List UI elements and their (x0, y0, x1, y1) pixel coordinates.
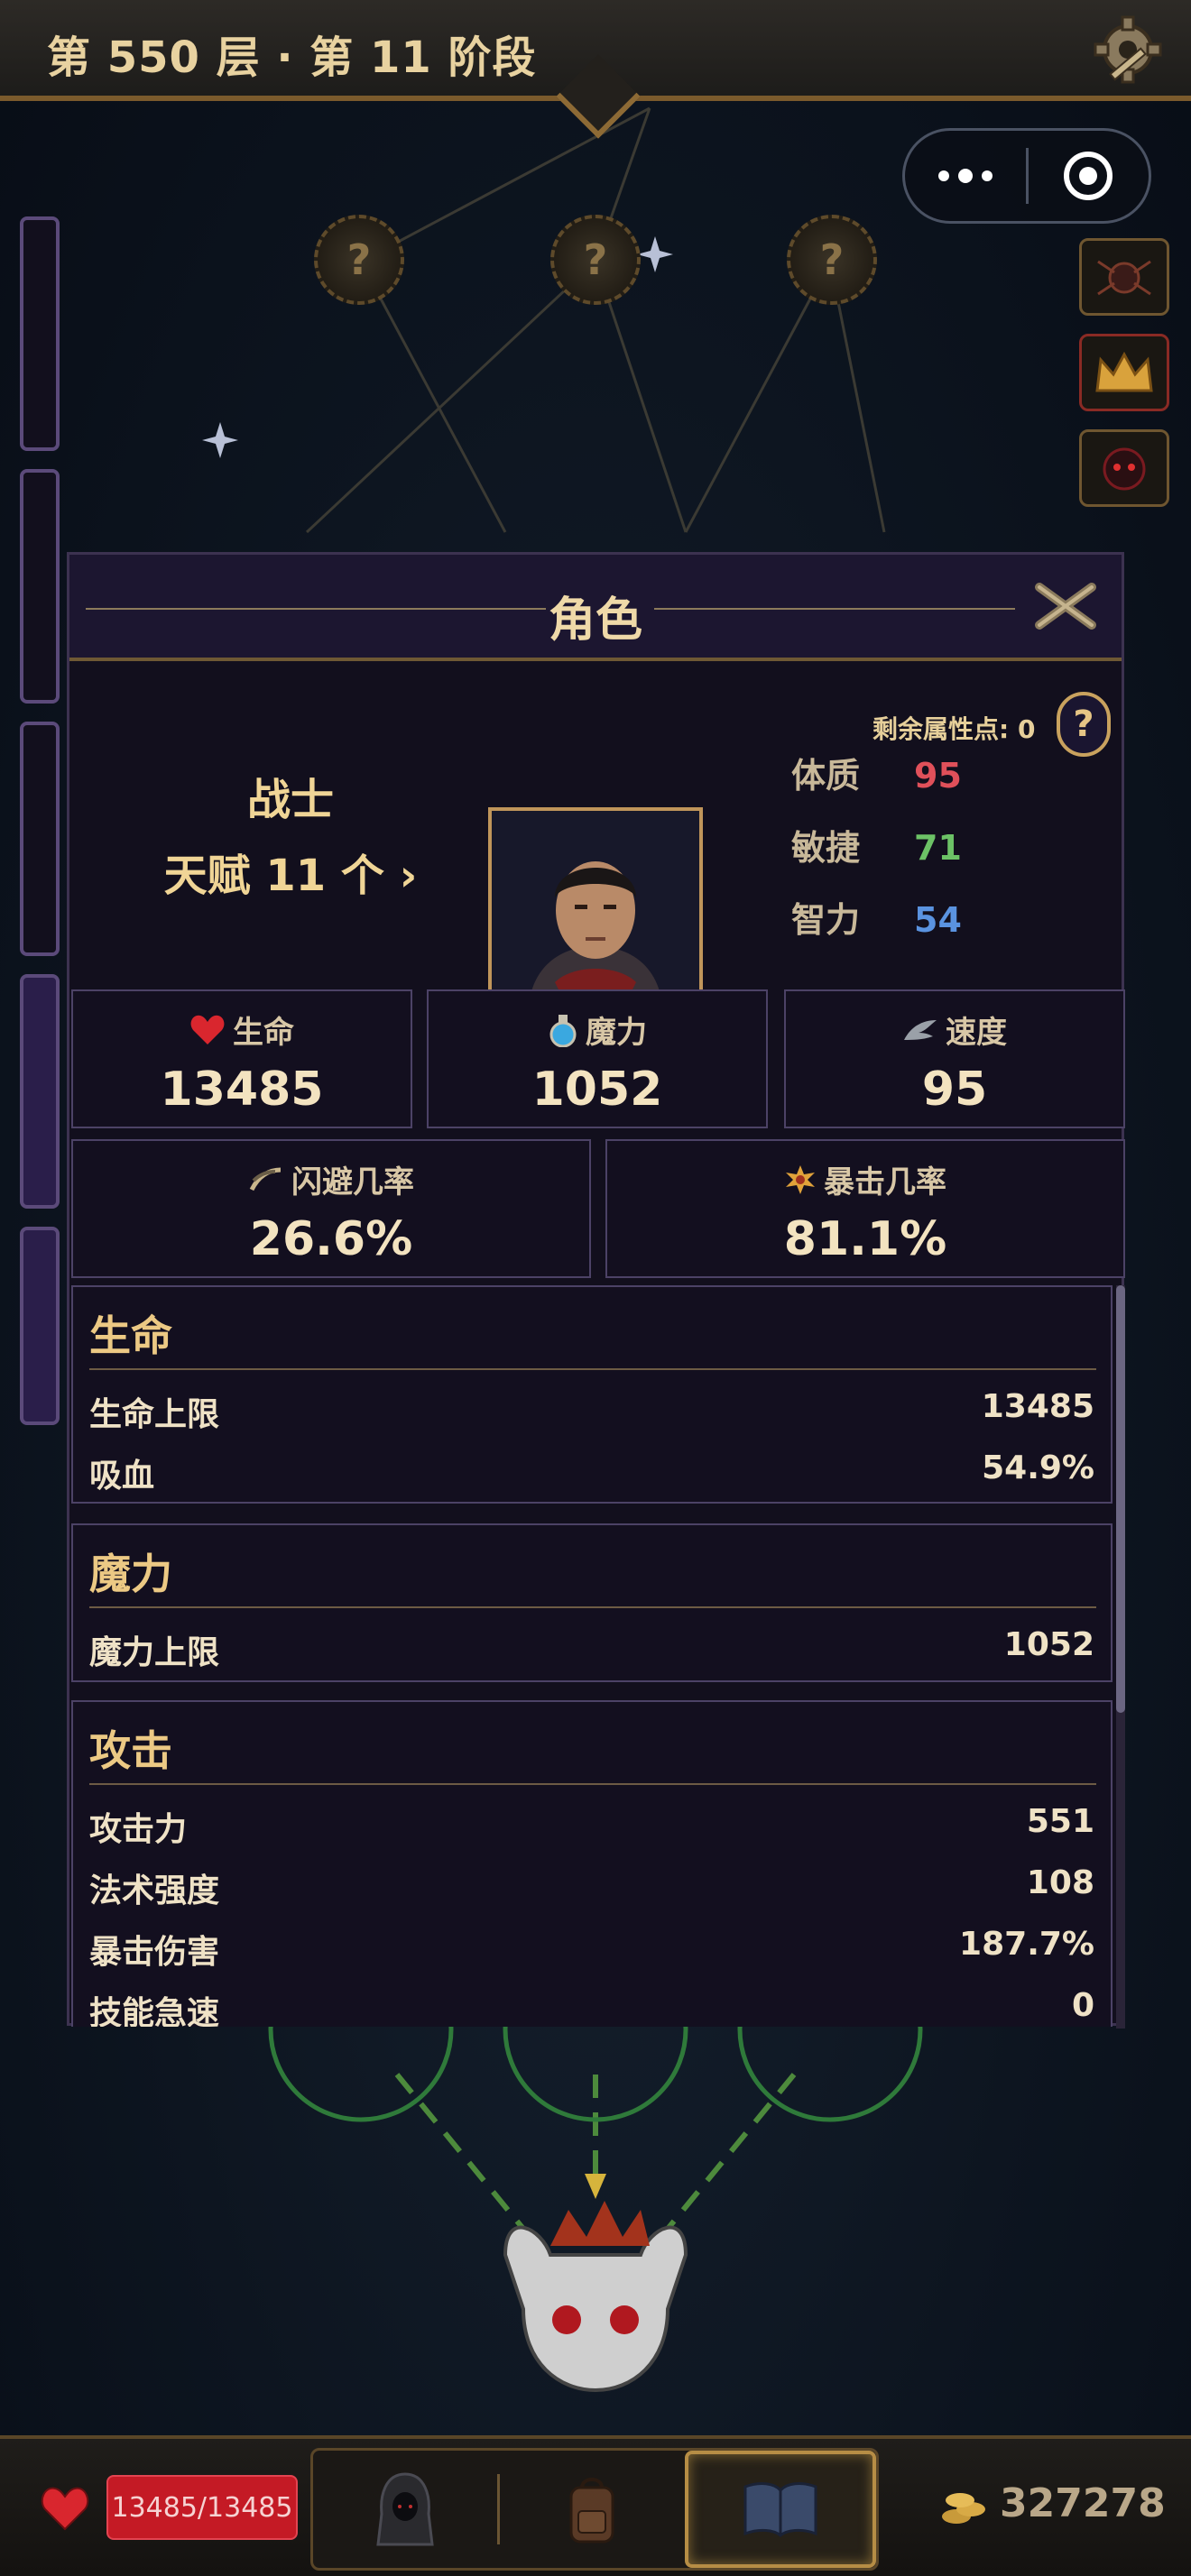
stat-row: 生命上限 13485 (89, 1388, 1094, 1433)
book-icon (743, 2482, 817, 2537)
close-button[interactable] (1028, 576, 1103, 636)
heart-icon (190, 1015, 225, 1044)
character-tab[interactable] (313, 2451, 497, 2568)
bottom-tabs (310, 2448, 879, 2571)
target-circle-icon (1064, 152, 1113, 200)
panel-header: 角色 (69, 555, 1122, 661)
more-menu-button[interactable] (905, 131, 1026, 221)
coin-count: 327278 (1000, 2480, 1166, 2526)
stat-box-speed: 速度 95 (784, 989, 1125, 1128)
side-demon-button[interactable] (1079, 429, 1169, 507)
heart-icon (41, 2487, 89, 2531)
left-progress-bar (20, 216, 60, 451)
map-node-unknown[interactable]: ? (787, 215, 877, 305)
stat-row: 魔力上限 1052 (89, 1626, 1094, 1671)
crit-icon (786, 1164, 815, 1194)
stat-row: 暴击伤害 187.7% (89, 1926, 1094, 1971)
question-icon: ? (1073, 704, 1094, 745)
side-crown-button[interactable] (1079, 334, 1169, 411)
stat-row: 技能急速 0 (89, 1987, 1094, 2027)
backpack-tab[interactable] (500, 2451, 684, 2568)
talent-link[interactable]: 天赋 11 个 › (124, 840, 457, 903)
bottom-bar: 13485/13485 327278 (0, 2435, 1191, 2576)
top-bar: 第 550 层 · 第 11 阶段 (0, 0, 1191, 101)
section-life: 生命 生命上限 13485 吸血 54.9% (71, 1285, 1113, 1504)
crown-icon (1095, 351, 1153, 392)
book-tab[interactable] (684, 2451, 876, 2568)
left-progress-bar (20, 974, 60, 1209)
potion-icon (549, 1014, 577, 1047)
wing-icon (904, 1019, 937, 1040)
warrior-portrait-image (492, 811, 699, 1018)
hooded-figure-icon (376, 2472, 434, 2546)
details-scrollbar[interactable] (1116, 1285, 1125, 2029)
stat-box-crit: 暴击几率 81.1% (605, 1139, 1125, 1278)
stat-row: 法术强度 108 (89, 1864, 1094, 1909)
left-progress-bar (20, 469, 60, 704)
side-spider-button[interactable] (1079, 238, 1169, 316)
map-node-unknown[interactable]: ? (314, 215, 404, 305)
character-info: 剩余属性点: 0 ? 战士 天赋 11 个 › 体质 95 敏捷 71 智力 54 (69, 670, 1122, 1022)
stat-box-life: 生命 13485 (71, 989, 412, 1128)
scrollbar-thumb[interactable] (1116, 1285, 1125, 1713)
map-node-unknown[interactable]: ? (550, 215, 641, 305)
coins-icon (942, 2493, 985, 2524)
remaining-points: 剩余属性点: 0 (872, 714, 1036, 744)
dodge-icon (249, 1167, 282, 1191)
panel-title: 角色 (548, 593, 642, 648)
attribute-intelligence: 智力 54 (791, 900, 962, 940)
stat-box-dodge: 闪避几率 26.6% (71, 1139, 591, 1278)
close-miniprogram-button[interactable] (1029, 131, 1149, 221)
mini-program-capsule (902, 128, 1151, 224)
more-dots-icon (937, 169, 992, 183)
attribute-agility: 敏捷 71 (791, 828, 962, 868)
boss-skull-icon (503, 2201, 688, 2393)
backpack-icon (569, 2478, 614, 2544)
attribute-constitution: 体质 95 (791, 756, 962, 796)
stat-row: 攻击力 551 (89, 1803, 1094, 1848)
spider-icon (1097, 260, 1151, 296)
class-name: 战士 (246, 775, 334, 825)
demon-icon (1103, 447, 1146, 491)
stat-row: 吸血 54.9% (89, 1449, 1094, 1495)
floor-stage-title: 第 550 层 · 第 11 阶段 (47, 32, 537, 83)
hp-display: 13485/13485 (106, 2475, 298, 2540)
gear-icon (1094, 15, 1162, 84)
character-panel: 角色 剩余属性点: 0 ? 战士 天赋 11 个 › 体质 95 敏捷 71 智… (67, 552, 1125, 2029)
details-list[interactable]: 生命 生命上限 13485 吸血 54.9% 魔力 魔力上限 1052 攻击 攻击力 5… (69, 1285, 1116, 2027)
help-button[interactable]: ? (1057, 692, 1111, 757)
left-progress-bar (20, 1227, 60, 1425)
section-attack: 攻击 攻击力 551 法术强度 108 暴击伤害 187.7% 技能急速 0 (71, 1700, 1113, 2027)
settings-button[interactable] (1086, 9, 1169, 90)
section-mana: 魔力 魔力上限 1052 (71, 1523, 1113, 1682)
close-icon (1035, 583, 1096, 630)
left-progress-bar (20, 722, 60, 956)
stat-box-mana: 魔力 1052 (427, 989, 768, 1128)
